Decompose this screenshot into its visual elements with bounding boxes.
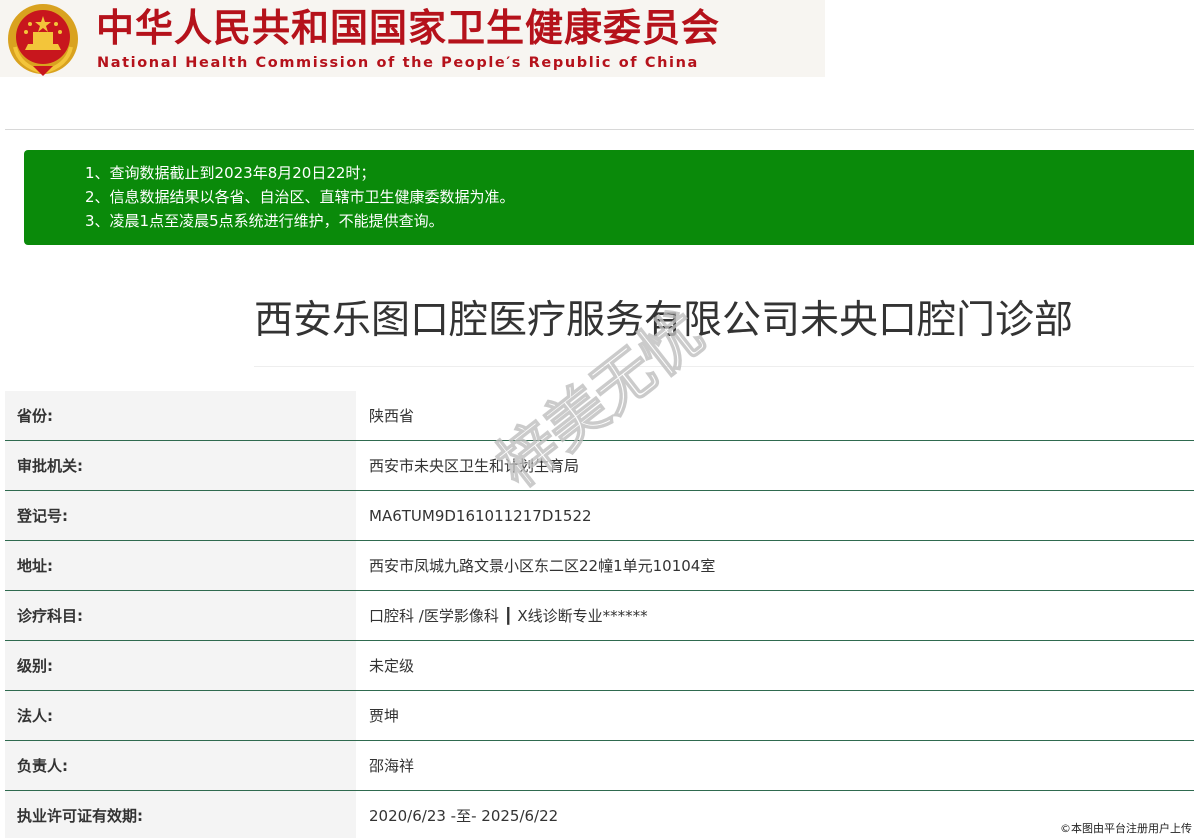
row-label: 级别: — [5, 641, 356, 690]
notice-line: 1、查询数据截止到2023年8月20日22时； — [85, 164, 376, 182]
site-banner: 中华人民共和国国家卫生健康委员会 National Health Commiss… — [0, 0, 825, 77]
row-label: 登记号: — [5, 491, 356, 540]
table-row: 省份: 陕西省 — [5, 391, 1194, 440]
national-emblem-icon — [8, 4, 78, 76]
table-row: 级别: 未定级 — [5, 640, 1194, 690]
table-row: 执业许可证有效期: 2020/6/23 -至- 2025/6/22 — [5, 790, 1194, 838]
row-label: 审批机关: — [5, 441, 356, 490]
row-value: 口腔科 /医学影像科 ┃ X线诊断专业****** — [356, 591, 1194, 640]
row-value: 西安市凤城九路文景小区东二区22幢1单元10104室 — [356, 541, 1194, 590]
table-row: 诊疗科目: 口腔科 /医学影像科 ┃ X线诊断专业****** — [5, 590, 1194, 640]
row-label: 省份: — [5, 391, 356, 440]
row-label: 诊疗科目: — [5, 591, 356, 640]
page-title: 西安乐图口腔医疗服务有限公司未央口腔门诊部 — [254, 298, 1074, 343]
table-row: 登记号: MA6TUM9D161011217D1522 — [5, 490, 1194, 540]
upload-notice: ©本图由平台注册用户上传 — [1060, 822, 1192, 836]
notice-line: 3、凌晨1点至凌晨5点系统进行维护，不能提供查询。 — [85, 212, 444, 230]
row-label: 法人: — [5, 691, 356, 740]
notice-line: 2、信息数据结果以各省、自治区、直辖市卫生健康委数据为准。 — [85, 188, 515, 206]
row-value: 未定级 — [356, 641, 1194, 690]
details-table: 省份: 陕西省 审批机关: 西安市未央区卫生和计划生育局 登记号: MA6TUM… — [5, 391, 1194, 838]
row-value: MA6TUM9D161011217D1522 — [356, 491, 1194, 540]
row-label: 地址: — [5, 541, 356, 590]
row-value: 贾坤 — [356, 691, 1194, 740]
title-divider — [254, 366, 1194, 367]
table-row: 地址: 西安市凤城九路文景小区东二区22幢1单元10104室 — [5, 540, 1194, 590]
row-label: 负责人: — [5, 741, 356, 790]
table-row: 审批机关: 西安市未央区卫生和计划生育局 — [5, 440, 1194, 490]
table-row: 法人: 贾坤 — [5, 690, 1194, 740]
row-value: 西安市未央区卫生和计划生育局 — [356, 441, 1194, 490]
row-value: 陕西省 — [356, 391, 1194, 440]
org-name-cn: 中华人民共和国国家卫生健康委员会 — [96, 6, 721, 50]
table-row: 负责人: 邵海祥 — [5, 740, 1194, 790]
org-name-en: National Health Commission of the People… — [97, 55, 699, 71]
notice-box: 1、查询数据截止到2023年8月20日22时； 2、信息数据结果以各省、自治区、… — [24, 150, 1194, 245]
row-value: 邵海祥 — [356, 741, 1194, 790]
header-divider — [5, 129, 1194, 130]
row-label: 执业许可证有效期: — [5, 791, 356, 838]
